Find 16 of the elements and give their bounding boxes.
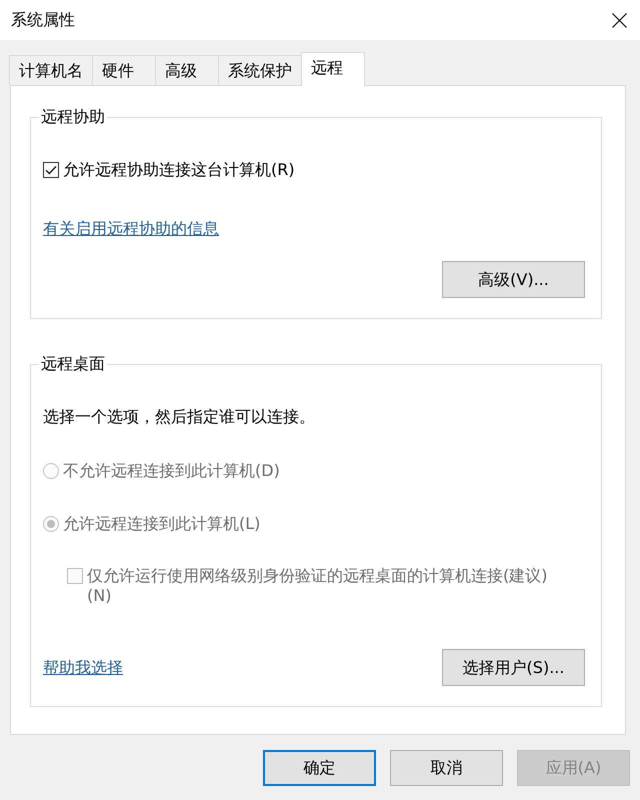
advanced-button[interactable]: 高级(V)... (442, 261, 585, 298)
instruction-text: 选择一个选项，然后指定谁可以连接。 (43, 407, 316, 427)
group-title: 远程桌面 (40, 354, 106, 374)
select-users-button[interactable]: 选择用户(S)... (442, 649, 585, 686)
tab[interactable]: 计算机名 (9, 55, 93, 85)
checkbox-label[interactable]: 允许远程协助连接这台计算机(R) (63, 160, 295, 180)
checkbox[interactable] (43, 162, 59, 178)
close-icon (612, 12, 627, 28)
cancel-button[interactable]: 取消 (390, 750, 503, 786)
ok-button[interactable]: 确定 (263, 750, 376, 786)
window-title: 系统属性 (10, 10, 76, 30)
close-button[interactable] (612, 12, 627, 28)
help-link[interactable]: 帮助我选择 (43, 658, 123, 676)
info-link[interactable]: 有关启用远程协助的信息 (43, 219, 219, 238)
tab[interactable]: 远程 (301, 52, 365, 86)
group-title: 远程协助 (40, 107, 106, 127)
